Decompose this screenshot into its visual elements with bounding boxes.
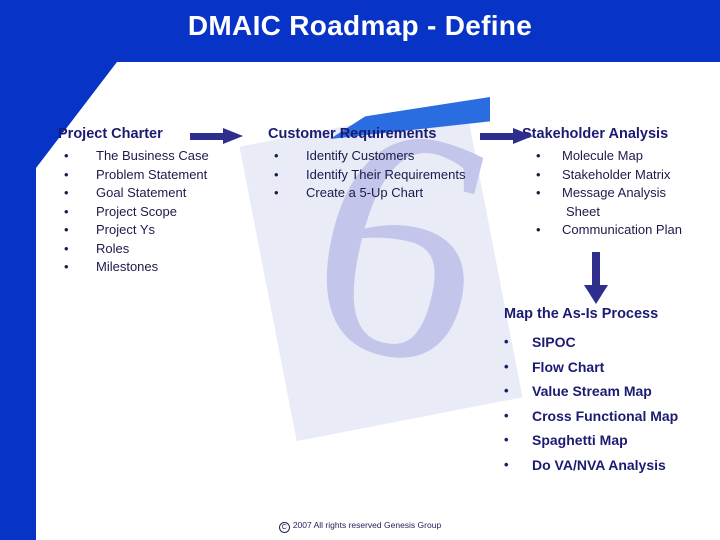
copyright-icon: C <box>278 522 290 533</box>
list-stakeholder-analysis: • Molecule Map • Stakeholder Matrix • Messa… <box>522 147 718 240</box>
bullet-icon: • <box>536 166 541 182</box>
arrow-down-icon-stakeholder-to-asis <box>584 252 608 304</box>
column-heading-stakeholder-analysis: Stakeholder Analysis <box>522 126 669 142</box>
arrow-right-icon-requirements-to-stakeholder <box>480 128 536 144</box>
list-item-label: Roles <box>96 240 130 256</box>
list-item-label: Message Analysis <box>562 185 667 200</box>
bullet-icon: • <box>504 456 509 472</box>
arrow-shaft <box>190 133 226 140</box>
arrow-shaft <box>592 252 600 287</box>
list-item-label: Identify Customers <box>306 148 415 163</box>
copyright-text: 2007 All rights reserved Genesis Group <box>292 520 442 530</box>
list-item: • Flow Chart <box>496 355 720 380</box>
list-item: • Identify Their Requirements <box>268 166 503 185</box>
bullet-icon: • <box>504 407 509 423</box>
column-map-as-is-process: Map the As-Is Process • SIPOC • Flow Chart… <box>496 306 720 477</box>
slide-content: Project Charter • The Business Case • Prob… <box>0 0 720 540</box>
list-item: • The Business Case <box>58 147 273 166</box>
bullet-icon: • <box>504 334 509 349</box>
arrow-right-icon-charter-to-requirements <box>190 128 246 144</box>
slide-canvas: DMAIC Roadmap - Define 6 Project Charter… <box>0 0 720 540</box>
list-item: • Cross Functional Map <box>496 404 720 429</box>
bullet-icon: • <box>504 358 509 374</box>
list-item-label: Create a 5-Up Chart <box>306 185 424 200</box>
bullet-icon: • <box>504 432 509 447</box>
list-project-charter: • The Business Case • Problem Statement • G… <box>58 147 273 277</box>
list-item-label: Stakeholder Matrix <box>562 166 671 182</box>
bullet-icon: • <box>536 222 541 237</box>
list-item-label: SIPOC <box>532 334 576 350</box>
arrow-head <box>513 128 533 144</box>
bullet-icon: • <box>504 383 509 398</box>
bullet-icon: • <box>64 166 69 182</box>
list-item: • Do VA/NVA Analysis <box>496 453 720 478</box>
list-item: • Roles <box>58 240 273 259</box>
bullet-icon: • <box>536 185 541 200</box>
bullet-icon: • <box>64 259 69 274</box>
column-stakeholder-analysis: Stakeholder Analysis • Molecule Map • Stak… <box>522 126 718 240</box>
list-item-label-continuation: Sheet <box>566 203 600 219</box>
bullet-icon: • <box>274 166 279 182</box>
list-item-label: Milestones <box>96 259 159 274</box>
list-item-label: Identify Their Requirements <box>306 166 466 182</box>
list-item: • Identify Customers <box>268 147 503 166</box>
list-item-label: Project Scope <box>96 203 177 219</box>
list-item: • Create a 5-Up Chart <box>268 184 503 203</box>
list-item: • Goal Statement <box>58 184 273 203</box>
list-item: • Project Ys <box>58 221 273 240</box>
bullet-icon: • <box>536 148 541 163</box>
list-customer-requirements: • Identify Customers • Identify Their Requ… <box>268 147 503 203</box>
list-item-label: Goal Statement <box>96 185 187 200</box>
column-heading-customer-requirements: Customer Requirements <box>268 126 437 142</box>
list-item-label: Value Stream Map <box>532 383 652 399</box>
list-item: • Spaghetti Map <box>496 428 720 453</box>
bullet-icon: • <box>64 203 69 219</box>
bullet-icon: • <box>274 148 279 163</box>
list-item: • Stakeholder Matrix <box>522 166 718 185</box>
bullet-icon: • <box>64 222 69 237</box>
list-item-label: Communication Plan <box>562 222 682 237</box>
list-item: • Project Scope <box>58 203 273 222</box>
bullet-icon: • <box>274 185 279 200</box>
arrow-head <box>584 285 608 304</box>
list-item: • Molecule Map <box>522 147 718 166</box>
list-item-label: Molecule Map <box>562 148 643 163</box>
list-item-label: Cross Functional Map <box>532 407 679 424</box>
list-item: • Value Stream Map <box>496 379 720 404</box>
column-customer-requirements: Customer Requirements • Identify Customer… <box>268 126 503 203</box>
column-heading-map-as-is-process: Map the As-Is Process <box>504 306 659 322</box>
list-item-label: Problem Statement <box>96 166 208 182</box>
list-item: • Milestones <box>58 258 273 277</box>
list-item-label: The Business Case <box>96 148 209 163</box>
copyright-footer: C 2007 All rights reserved Genesis Group <box>0 520 720 533</box>
list-item: • Message Analysis Sheet <box>522 184 718 221</box>
page-title: DMAIC Roadmap - Define <box>187 10 533 41</box>
list-item-label: Spaghetti Map <box>532 432 628 448</box>
bullet-icon: • <box>64 185 69 200</box>
list-item: • Communication Plan <box>522 221 718 240</box>
arrow-head <box>223 128 243 144</box>
bullet-icon: • <box>64 148 69 163</box>
list-item: • SIPOC <box>496 330 720 355</box>
list-item-label: Project Ys <box>96 222 156 237</box>
arrow-shaft <box>480 133 516 140</box>
list-item-label: Flow Chart <box>532 358 605 375</box>
list-item-label: Do VA/NVA Analysis <box>532 456 666 473</box>
column-project-charter: Project Charter • The Business Case • Prob… <box>58 126 273 277</box>
list-item: • Problem Statement <box>58 166 273 185</box>
bullet-icon: • <box>64 240 69 256</box>
list-map-as-is-process: • SIPOC • Flow Chart • Value Stream Map • Cr… <box>496 330 720 477</box>
